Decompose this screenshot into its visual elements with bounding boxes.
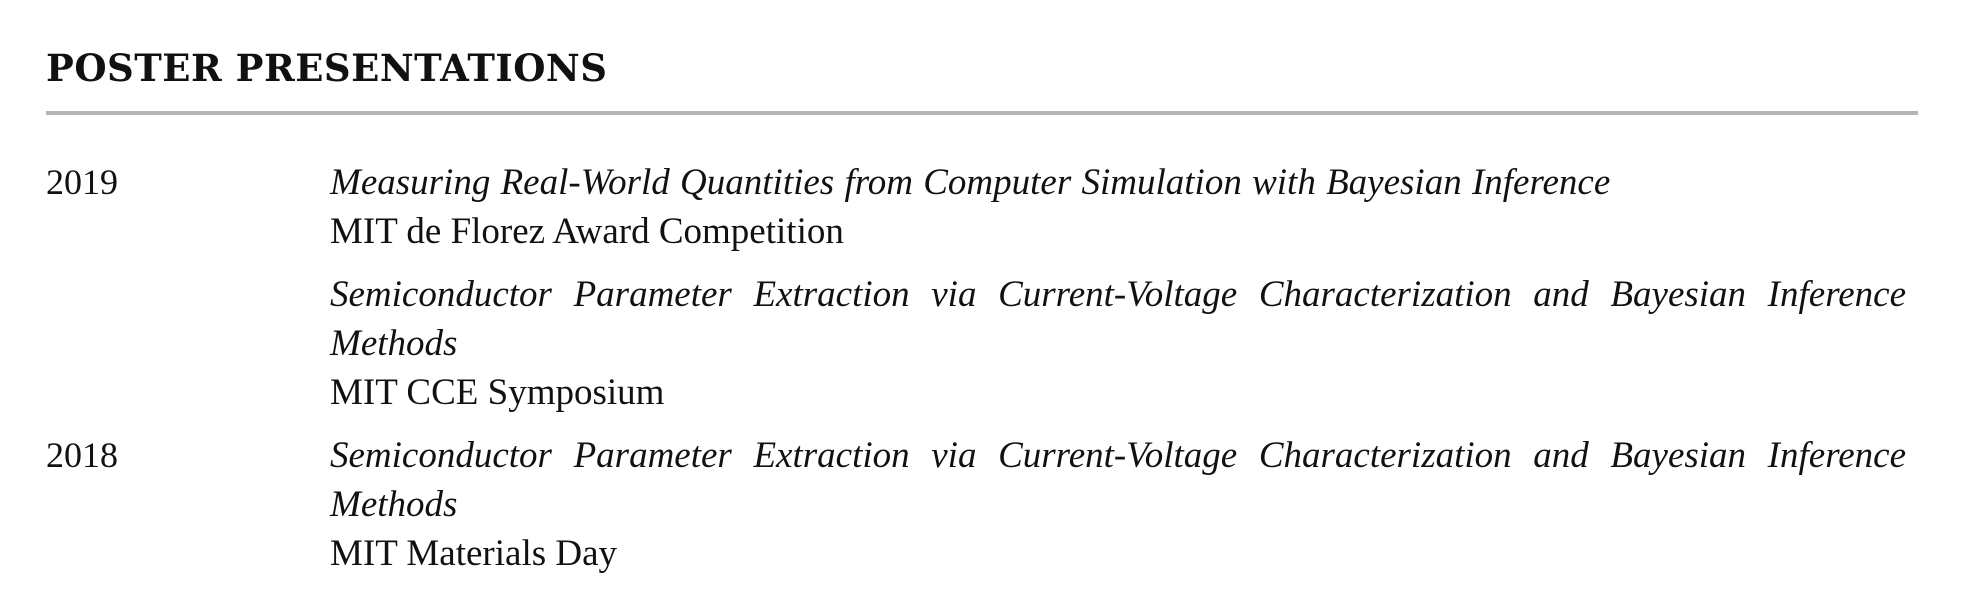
entry-items: Measuring Real-World Quantities from Com… [330,158,1918,431]
presentation-venue: MIT CCE Symposium [330,372,665,413]
presentation-venue: MIT de Florez Award Competition [330,211,844,252]
section-divider [46,111,1918,115]
entry-year: 2019 [46,162,118,202]
presentation-title: Semiconductor Parameter Extraction via C… [330,274,1906,364]
section-title: POSTER PRESENTATIONS [46,46,608,90]
presentation-item: Semiconductor Parameter Extraction via C… [330,270,1918,417]
presentation-venue: MIT Materials Day [330,533,618,574]
entry-items: Semiconductor Parameter Extraction via C… [330,431,1918,592]
presentation-title: Semiconductor Parameter Extraction via C… [330,435,1906,525]
presentation-item: Semiconductor Parameter Extraction via C… [330,431,1918,578]
entry-row-2018: 2018 Semiconductor Parameter Extraction … [46,431,1918,592]
presentation-title: Measuring Real-World Quantities from Com… [330,162,1611,203]
presentation-item: Measuring Real-World Quantities from Com… [330,158,1918,256]
entries-list: 2019 Measuring Real-World Quantities fro… [46,158,1918,592]
entry-row-2019: 2019 Measuring Real-World Quantities fro… [46,158,1918,431]
entry-year: 2018 [46,435,118,475]
